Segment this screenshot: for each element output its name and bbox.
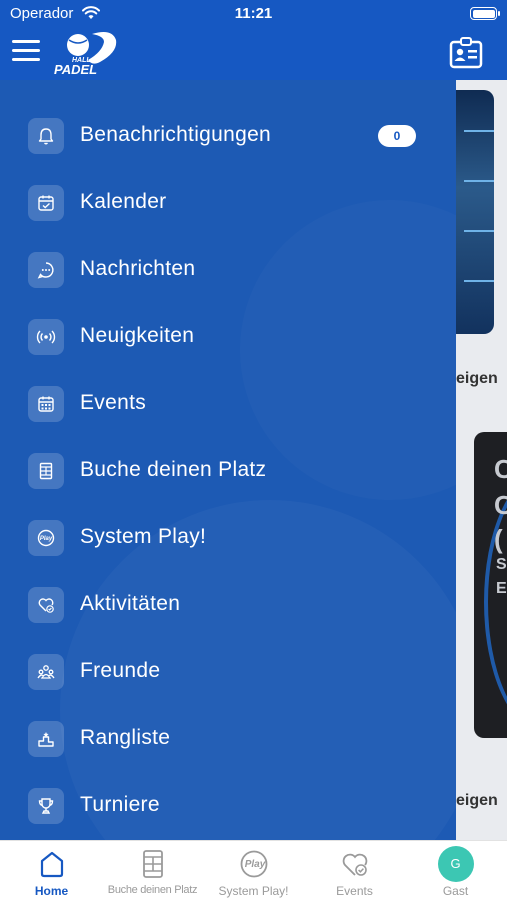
- heart-check-icon: [342, 853, 367, 876]
- menu-item-label: Turniere: [80, 793, 160, 816]
- background-card: C C ( S E: [474, 432, 507, 738]
- tab-label: Gast: [442, 884, 469, 898]
- svg-text:Play: Play: [40, 536, 53, 542]
- tab-events[interactable]: Events: [304, 841, 405, 900]
- menu-item-label: Rangliste: [80, 726, 171, 749]
- menu-toggle-button[interactable]: [12, 40, 42, 62]
- notification-count-badge: 0: [378, 125, 416, 147]
- avatar: G: [437, 846, 474, 882]
- bell-icon: [38, 128, 54, 145]
- menu-item-freunde[interactable]: Freunde: [0, 644, 456, 700]
- tab-home[interactable]: Home: [1, 841, 102, 900]
- tab-buche-deinen-platz[interactable]: Buche deinen Platz: [102, 841, 203, 900]
- menu-item-label: Freunde: [80, 659, 161, 682]
- svg-text:Play: Play: [244, 859, 265, 870]
- home-icon: [40, 851, 63, 878]
- podium-icon: [38, 732, 54, 747]
- menu-item-benachrichtigungen[interactable]: Benachrichtigungen 0: [0, 108, 456, 164]
- battery-icon: [470, 7, 500, 20]
- clock: 11:21: [234, 5, 273, 22]
- calendar-grid-icon: [38, 396, 54, 412]
- menu-item-neuigkeiten[interactable]: Neuigkeiten: [0, 309, 456, 365]
- tab-label: Buche deinen Platz: [107, 884, 198, 896]
- menu-item-turniere[interactable]: Turniere: [0, 778, 456, 834]
- background-content: eigen C C ( S E eigen: [456, 80, 507, 840]
- calendar-check-icon: [38, 195, 54, 211]
- court-icon: [142, 850, 163, 878]
- chat-bubble-icon: [37, 262, 54, 279]
- status-bar: Operador 11:21: [0, 0, 507, 28]
- hall-of-padel-logo: HALL OF PADEL: [54, 32, 117, 76]
- broadcast-icon: [36, 330, 56, 344]
- menu-item-label: Events: [80, 391, 146, 414]
- background-photo: [456, 90, 494, 334]
- menu-item-label: System Play!: [80, 525, 207, 548]
- menu-item-label: Nachrichten: [80, 257, 196, 280]
- menu-item-label: Kalender: [80, 190, 167, 213]
- menu-item-label: Buche deinen Platz: [80, 458, 267, 481]
- menu-item-rangliste[interactable]: Rangliste: [0, 711, 456, 767]
- menu-item-aktivitaeten[interactable]: Aktivitäten: [0, 577, 456, 633]
- bottom-tab-bar: Home Buche deinen Platz Play System Play…: [0, 840, 507, 900]
- play-logo-icon: Play: [37, 529, 55, 547]
- group-icon: [37, 665, 55, 679]
- heart-check-icon: [38, 598, 54, 613]
- menu-item-buche-deinen-platz[interactable]: Buche deinen Platz: [0, 443, 456, 499]
- menu-item-label: Neuigkeiten: [80, 324, 195, 347]
- tab-label: Events: [336, 884, 373, 898]
- play-logo-icon: Play: [240, 850, 267, 878]
- menu-item-events[interactable]: Events: [0, 376, 456, 432]
- logo-text-bottom: PADEL: [54, 62, 97, 76]
- side-drawer: Benachrichtigungen 0 Kalender Nachrichte…: [0, 80, 456, 840]
- tab-gast[interactable]: G Gast: [405, 841, 506, 900]
- tab-system-play[interactable]: Play System Play!: [203, 841, 304, 900]
- top-bar: Operador 11:21 HALL OF PADEL: [0, 0, 507, 80]
- tab-label: Home: [34, 884, 69, 898]
- background-section-title-2: eigen: [456, 792, 498, 809]
- trophy-icon: [38, 798, 54, 814]
- menu-item-label: Aktivitäten: [80, 592, 181, 615]
- menu-item-label: Benachrichtigungen: [80, 123, 272, 146]
- menu-item-kalender[interactable]: Kalender: [0, 175, 456, 231]
- tab-label: System Play!: [218, 884, 289, 898]
- menu-item-nachrichten[interactable]: Nachrichten: [0, 242, 456, 298]
- id-card-icon[interactable]: [449, 37, 483, 69]
- background-section-title: eigen: [456, 370, 498, 387]
- menu-item-system-play[interactable]: Play System Play!: [0, 510, 456, 566]
- court-icon: [39, 462, 53, 480]
